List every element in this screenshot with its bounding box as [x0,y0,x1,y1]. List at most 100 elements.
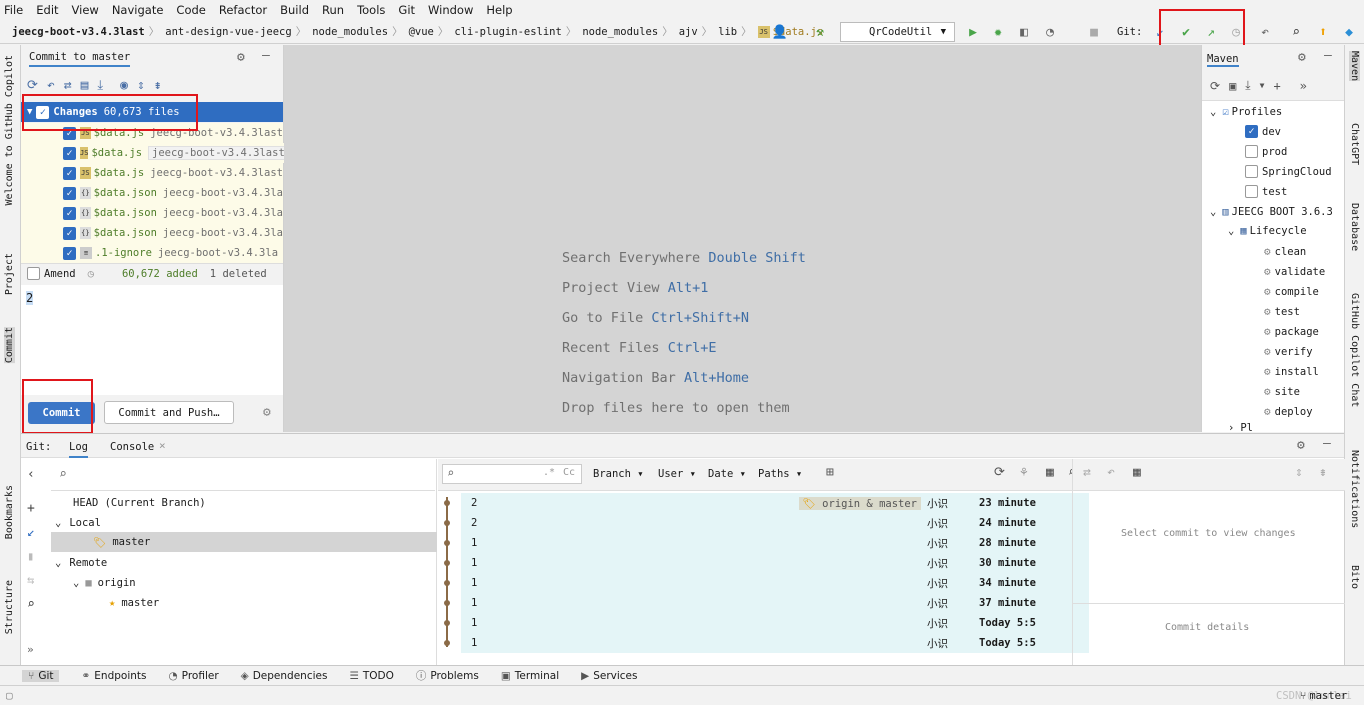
expand-all-icon[interactable]: ⇕ [137,78,145,93]
lifecycle-compile[interactable]: ⚙ compile [1264,285,1319,298]
run-icon[interactable]: ▶ [963,22,983,42]
tool-window-database[interactable]: Database [1349,203,1360,251]
profile-dev-checkbox[interactable]: ✓ [1245,125,1258,138]
menu-window[interactable]: Window [428,3,473,17]
tool-window-maven[interactable]: Maven [1349,51,1360,82]
chevron-down-icon[interactable]: ▼ [1260,81,1265,90]
compare-icon[interactable]: ⇆ [27,573,34,587]
menu-navigate[interactable]: Navigate [112,3,164,17]
collapse-all-icon[interactable]: ⇟ [154,78,162,93]
file-row[interactable]: ✓ {} $data.json jeecg-boot-v3.4.3la [21,183,283,203]
filter-paths[interactable]: Paths ▾ [758,468,802,480]
menu-code[interactable]: Code [176,3,205,17]
file-checkbox[interactable]: ✓ [63,166,76,180]
amend-checkbox[interactable] [27,267,40,280]
stop-icon[interactable]: ■ [1084,22,1104,42]
commit-row[interactable]: 1 小识 30 minute [461,553,1089,573]
lifecycle-site[interactable]: ⚙ site [1264,385,1300,398]
file-checkbox[interactable]: ✓ [63,246,76,260]
layout-icon[interactable]: ▦ [1133,465,1141,480]
file-checkbox[interactable]: ✓ [63,206,76,220]
tab-console[interactable]: Console [110,441,154,453]
profile-icon[interactable]: ◔ [1040,22,1060,42]
commit-options-gear-icon[interactable]: ⚙ [263,405,271,420]
file-row[interactable]: ✓ ≡ .1-ignore jeecg-boot-v3.4.3la [21,243,283,263]
run-config-select[interactable]: QrCodeUtil ▼ [840,22,955,42]
commit-row[interactable]: 2 🏷 origin & master 小识 23 minute [461,493,1089,513]
download-icon[interactable]: ⤓ [97,78,103,93]
tool-problems[interactable]: ⓘ Problems [416,668,479,683]
add-icon[interactable]: + [1273,79,1280,93]
more-icon[interactable]: » [1300,79,1307,93]
commit-and-push-button[interactable]: Commit and Push… [104,401,234,424]
match-case-icon[interactable]: Cc [563,467,575,478]
tool-window-structure[interactable]: Structure [4,580,15,634]
profile-springcloud[interactable]: SpringCloud [1245,165,1332,178]
build-hammer-icon[interactable]: ⚒ [810,22,830,42]
menu-tools[interactable]: Tools [357,3,385,17]
tool-dependencies[interactable]: ◈ Dependencies [241,670,328,682]
settings-gear-icon[interactable]: ⚙ [237,50,245,65]
delete-icon[interactable]: ▮ [27,549,34,563]
debug-icon[interactable]: ✹ [988,22,1008,42]
minimize-icon[interactable]: — [262,48,270,63]
file-row[interactable]: ✓ JS $data.js jeecg-boot-v3.4.3last [21,163,283,183]
breadcrumb-item[interactable]: node_modules [312,26,388,38]
file-row[interactable]: ✓ {} $data.json jeecg-boot-v3.4.3la [21,223,283,243]
tool-window-notifications[interactable]: Notifications [1349,450,1360,528]
tool-todo[interactable]: ☰ TODO [349,670,393,682]
branch-head[interactable]: HEAD (Current Branch) [73,497,206,509]
rollback-icon[interactable]: ↶ [47,78,55,93]
settings-gear-icon[interactable]: ⚙ [1298,50,1306,65]
revert-icon[interactable]: ↶ [1107,465,1115,480]
coverage-icon[interactable]: ◧ [1014,22,1034,42]
lifecycle-package[interactable]: ⚙ package [1264,325,1319,338]
menu-build[interactable]: Build [280,3,309,17]
rollback-icon[interactable]: ↶ [1255,22,1275,42]
lifecycle-deploy[interactable]: ⚙ deploy [1264,405,1313,418]
profile-test-checkbox[interactable] [1245,185,1258,198]
search-icon[interactable]: ⌕ [1286,22,1306,42]
tool-terminal[interactable]: ▣ Terminal [501,670,559,682]
expand-icon[interactable]: » [27,643,34,656]
tool-services[interactable]: ▶ Services [581,670,637,682]
profile-springcloud-checkbox[interactable] [1245,165,1258,178]
profile-dev[interactable]: ✓ dev [1245,125,1281,138]
add-icon[interactable]: + [27,501,35,516]
tab-log[interactable]: Log [69,441,88,458]
breadcrumb-item[interactable]: ant-design-vue-jeecg [165,26,291,38]
branch-origin[interactable]: ⌄ ■ origin [73,577,136,589]
lifecycle-test[interactable]: ⚙ test [1264,305,1300,318]
commit-row[interactable]: 1 小识 34 minute [461,573,1089,593]
expand-all-icon[interactable]: ⇕ [1295,465,1303,480]
tool-window-chatgpt[interactable]: ChatGPT [1349,123,1360,165]
commit-row[interactable]: 1 小识 Today 5:5 [461,633,1089,653]
view-options-icon[interactable]: ◉ [120,78,128,93]
lifecycle-validate[interactable]: ⚙ validate [1264,265,1325,278]
diff-icon[interactable]: ⇄ [64,78,72,93]
tool-window-project[interactable]: Project [4,253,15,295]
commit-row[interactable]: 1 小识 Today 5:5 [461,613,1089,633]
menu-git[interactable]: Git [398,3,415,17]
cherry-pick-icon[interactable]: ⚘ [1020,465,1028,480]
tool-window-copilot-chat[interactable]: GitHub Copilot Chat [1349,293,1360,407]
tool-profiler[interactable]: ◔ Profiler [169,670,219,682]
tool-window-bito[interactable]: Bito [1349,565,1360,589]
current-branch[interactable]: ⑂ master [1300,690,1347,702]
menu-edit[interactable]: Edit [36,3,58,17]
menu-refactor[interactable]: Refactor [219,3,267,17]
search-icon[interactable]: ⌕ [27,597,35,612]
menu-file[interactable]: File [4,3,23,17]
branch-remote-master[interactable]: ★ master [109,597,159,609]
minimize-icon[interactable]: — [1323,436,1331,451]
commit-row[interactable]: 1 小识 28 minute [461,533,1089,553]
branch-local-master[interactable]: 🏷 master [51,532,437,552]
file-row[interactable]: ✓ {} $data.json jeecg-boot-v3.4.3la [21,203,283,223]
diff-icon[interactable]: ⇄ [1083,465,1091,480]
tool-window-bookmarks[interactable]: Bookmarks [4,485,15,539]
branch-search-input[interactable]: ⌕ [51,461,435,491]
reload-icon[interactable]: ⟳ [1210,79,1220,93]
new-tab-icon[interactable]: ⊞ [826,465,834,480]
file-checkbox[interactable]: ✓ [63,226,76,240]
commit-row[interactable]: 2 小识 24 minute [461,513,1089,533]
